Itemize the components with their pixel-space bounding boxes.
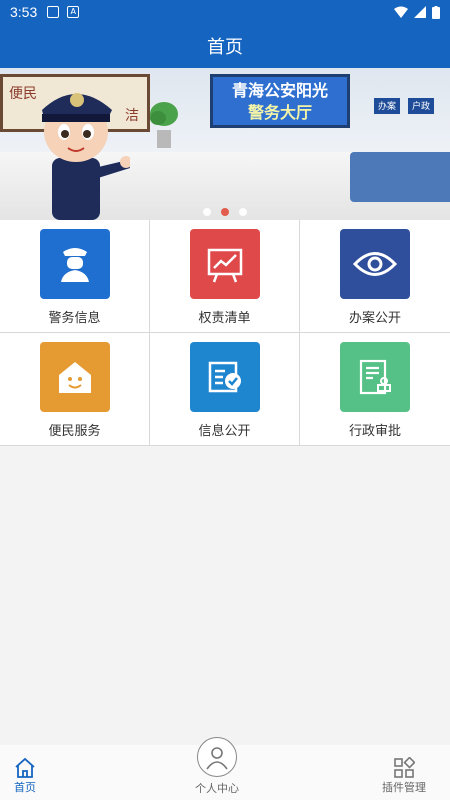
grid-item-label: 便民服务 [48, 424, 101, 439]
grid-item-responsibility-list[interactable]: 权责清单 [150, 220, 300, 333]
banner-screen: 青海公安阳光 警务大厅 [210, 74, 350, 128]
carousel-dot[interactable] [239, 208, 247, 216]
banner-carousel[interactable]: 便民 洁 青海公安阳光 警务大厅 办案 户政 [0, 68, 450, 220]
police-officer-icon [39, 229, 110, 299]
status-right-icons [394, 5, 440, 19]
police-mascot-icon [42, 93, 130, 220]
grid-item-label: 信息公开 [198, 424, 251, 439]
grid-item-police-info[interactable]: 警务信息 [0, 220, 150, 333]
page-title: 首页 [207, 37, 243, 58]
grid-item-label: 权责清单 [198, 311, 251, 326]
user-icon [206, 747, 228, 770]
grid-item-info-disclosure[interactable]: 信息公开 [150, 333, 300, 446]
nav-profile-label: 个人中心 [195, 782, 239, 795]
smiling-house-icon [39, 342, 110, 412]
nav-home[interactable]: 首页 [14, 757, 36, 795]
carousel-dots [0, 208, 450, 216]
carousel-dot[interactable] [203, 208, 211, 216]
approval-document-icon [340, 342, 410, 412]
plugins-icon [394, 757, 415, 778]
desk-tag-1: 办案 [374, 98, 401, 114]
banner-screen-line1: 青海公安阳光 [231, 81, 328, 100]
nav-home-label: 首页 [14, 781, 36, 794]
nav-profile[interactable]: 个人中心 [195, 737, 239, 796]
grid-item-label: 行政审批 [348, 424, 401, 439]
app-notification-icon: A [67, 6, 80, 18]
signal-icon [414, 6, 426, 18]
chart-board-icon [189, 229, 260, 299]
carousel-dot-active[interactable] [221, 208, 229, 216]
document-check-icon [189, 342, 260, 412]
feature-grid: 警务信息 权责清单 办案公开 便民服务 信息公开 行政审批 [0, 220, 450, 446]
nav-plugins-label: 插件管理 [382, 781, 426, 794]
plant-icon [150, 102, 178, 148]
nav-plugins[interactable]: 插件管理 [382, 757, 426, 795]
grid-item-case-disclosure[interactable]: 办案公开 [300, 220, 450, 333]
grid-item-convenience-services[interactable]: 便民服务 [0, 333, 150, 446]
banner-screen-line2: 警务大厅 [247, 103, 312, 122]
grid-item-admin-approval[interactable]: 行政审批 [300, 333, 450, 446]
grid-item-label: 警务信息 [48, 311, 101, 326]
status-time: 3:53 [10, 4, 38, 20]
service-counter [350, 152, 450, 202]
desk-tag-2: 户政 [408, 98, 435, 114]
battery-icon [432, 5, 440, 19]
image-notification-icon [47, 6, 60, 18]
avatar [197, 737, 237, 777]
home-icon [15, 757, 35, 778]
status-bar: 3:53 A [0, 0, 450, 24]
app-bar: 首页 [0, 24, 450, 68]
bottom-nav: 首页 个人中心 插件管理 [0, 737, 450, 800]
wifi-icon [394, 6, 408, 18]
eye-icon [340, 229, 410, 299]
grid-item-label: 办案公开 [348, 311, 401, 326]
